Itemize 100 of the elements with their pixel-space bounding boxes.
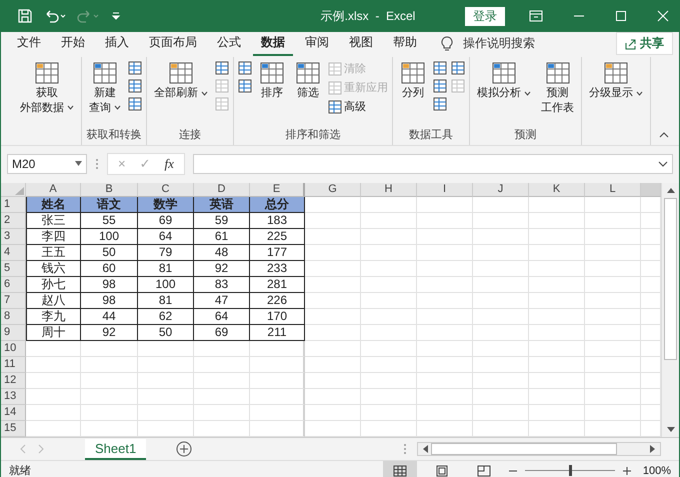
grid-cell[interactable] bbox=[250, 421, 305, 437]
grid-cell[interactable] bbox=[361, 309, 417, 325]
grid-cell[interactable] bbox=[361, 357, 417, 373]
grid-cell[interactable] bbox=[361, 405, 417, 421]
splitter-icon[interactable] bbox=[403, 443, 407, 455]
grid-cell[interactable] bbox=[473, 229, 529, 245]
grid-cell[interactable] bbox=[473, 213, 529, 229]
grid-cell[interactable] bbox=[305, 341, 361, 357]
next-sheet-icon[interactable] bbox=[37, 444, 45, 454]
ribbon-small-button[interactable] bbox=[215, 61, 229, 75]
grid-cell[interactable] bbox=[417, 293, 473, 309]
grid-cell[interactable] bbox=[585, 293, 641, 309]
grid-cell[interactable] bbox=[585, 389, 641, 405]
grid-cell[interactable] bbox=[361, 213, 417, 229]
ribbon-small-button[interactable] bbox=[238, 79, 252, 93]
grid-cell[interactable] bbox=[585, 405, 641, 421]
grid-cell[interactable] bbox=[81, 421, 138, 437]
ribbon-small-button[interactable] bbox=[128, 79, 142, 93]
grid-cell[interactable] bbox=[529, 293, 585, 309]
grid-cell[interactable] bbox=[361, 325, 417, 341]
ribbon-button[interactable]: 预测 工作表 bbox=[538, 57, 577, 127]
maximize-icon[interactable] bbox=[615, 10, 627, 22]
grid-cell[interactable] bbox=[250, 357, 305, 373]
grid-cell[interactable] bbox=[361, 373, 417, 389]
vertical-scrollbar[interactable] bbox=[661, 183, 679, 437]
row-header[interactable]: 15 bbox=[1, 421, 26, 437]
grid-cell[interactable] bbox=[417, 357, 473, 373]
ribbon-button[interactable]: 全部刷新 bbox=[151, 57, 211, 127]
grid-cell[interactable] bbox=[417, 373, 473, 389]
column-header[interactable]: J bbox=[473, 183, 529, 197]
grid-cell[interactable] bbox=[81, 373, 138, 389]
grid-cell[interactable] bbox=[473, 245, 529, 261]
grid-cell[interactable] bbox=[585, 261, 641, 277]
grid-cell[interactable] bbox=[81, 405, 138, 421]
grid-cell[interactable] bbox=[250, 373, 305, 389]
column-header[interactable]: L bbox=[585, 183, 641, 197]
grid-cell[interactable] bbox=[585, 309, 641, 325]
ribbon-display-icon[interactable] bbox=[529, 10, 543, 22]
zoom-thumb[interactable] bbox=[568, 465, 572, 476]
redo-icon[interactable] bbox=[77, 8, 101, 24]
ribbon-button[interactable]: 分列 bbox=[397, 57, 429, 127]
column-header[interactable]: A bbox=[26, 183, 81, 197]
ribbon-button[interactable]: 获取 外部数据 bbox=[17, 57, 77, 145]
grid-cell[interactable] bbox=[361, 197, 417, 213]
scroll-left-icon[interactable] bbox=[421, 444, 429, 454]
grid-cell[interactable] bbox=[529, 229, 585, 245]
grid-cell[interactable] bbox=[361, 341, 417, 357]
row-header[interactable]: 4 bbox=[1, 245, 26, 261]
grid-cell[interactable] bbox=[473, 293, 529, 309]
grid-cell[interactable] bbox=[473, 309, 529, 325]
grid-cell[interactable] bbox=[585, 341, 641, 357]
grid-cell[interactable] bbox=[417, 389, 473, 405]
grid-cell[interactable] bbox=[529, 261, 585, 277]
grid-cell[interactable] bbox=[26, 421, 81, 437]
ribbon-button[interactable]: 模拟分析 bbox=[474, 57, 534, 127]
grid-cell[interactable] bbox=[26, 341, 81, 357]
view-button[interactable] bbox=[382, 461, 417, 477]
grid-cell[interactable] bbox=[305, 277, 361, 293]
grid-cell[interactable] bbox=[194, 389, 250, 405]
grid-cell[interactable] bbox=[305, 373, 361, 389]
grid-cell[interactable] bbox=[81, 341, 138, 357]
grid-cell[interactable] bbox=[26, 389, 81, 405]
sheet-tab[interactable]: Sheet1 bbox=[85, 438, 146, 460]
grid-cell[interactable] bbox=[473, 325, 529, 341]
grid-cell[interactable] bbox=[138, 405, 194, 421]
row-header[interactable]: 5 bbox=[1, 261, 26, 277]
login-button[interactable]: 登录 bbox=[465, 6, 505, 26]
scroll-right-icon[interactable] bbox=[649, 444, 657, 454]
grid-cell[interactable] bbox=[305, 389, 361, 405]
grid-cell[interactable] bbox=[361, 293, 417, 309]
ribbon-tab[interactable]: 视图 bbox=[341, 31, 381, 56]
grid-cell[interactable] bbox=[473, 277, 529, 293]
ribbon-tab[interactable]: 插入 bbox=[97, 31, 137, 56]
row-header[interactable]: 7 bbox=[1, 293, 26, 309]
grid-cell[interactable] bbox=[473, 197, 529, 213]
row-header[interactable]: 10 bbox=[1, 341, 26, 357]
grid-cell[interactable] bbox=[305, 213, 361, 229]
insert-function-button[interactable]: fx bbox=[164, 156, 174, 172]
grid-cell[interactable] bbox=[529, 405, 585, 421]
grid-cell[interactable] bbox=[529, 213, 585, 229]
grid-cell[interactable] bbox=[194, 373, 250, 389]
grid-cell[interactable] bbox=[417, 197, 473, 213]
grid-cell[interactable] bbox=[585, 325, 641, 341]
row-header[interactable]: 3 bbox=[1, 229, 26, 245]
grid-cell[interactable] bbox=[529, 277, 585, 293]
row-header[interactable]: 2 bbox=[1, 213, 26, 229]
save-icon[interactable] bbox=[17, 8, 33, 24]
grid-cell[interactable] bbox=[305, 245, 361, 261]
grid-cell[interactable] bbox=[194, 341, 250, 357]
grid-cell[interactable] bbox=[529, 421, 585, 437]
ribbon-button[interactable]: 新建 查询 bbox=[86, 57, 124, 127]
row-header[interactable]: 14 bbox=[1, 405, 26, 421]
column-header[interactable]: K bbox=[529, 183, 585, 197]
customize-icon[interactable] bbox=[111, 10, 121, 22]
ribbon-tab[interactable]: 页面布局 bbox=[141, 31, 205, 56]
column-header[interactable]: B bbox=[81, 183, 138, 197]
grid-cell[interactable] bbox=[473, 373, 529, 389]
column-header[interactable] bbox=[641, 183, 661, 197]
zoom-in-icon[interactable] bbox=[622, 466, 631, 474]
grid-cell[interactable] bbox=[529, 357, 585, 373]
